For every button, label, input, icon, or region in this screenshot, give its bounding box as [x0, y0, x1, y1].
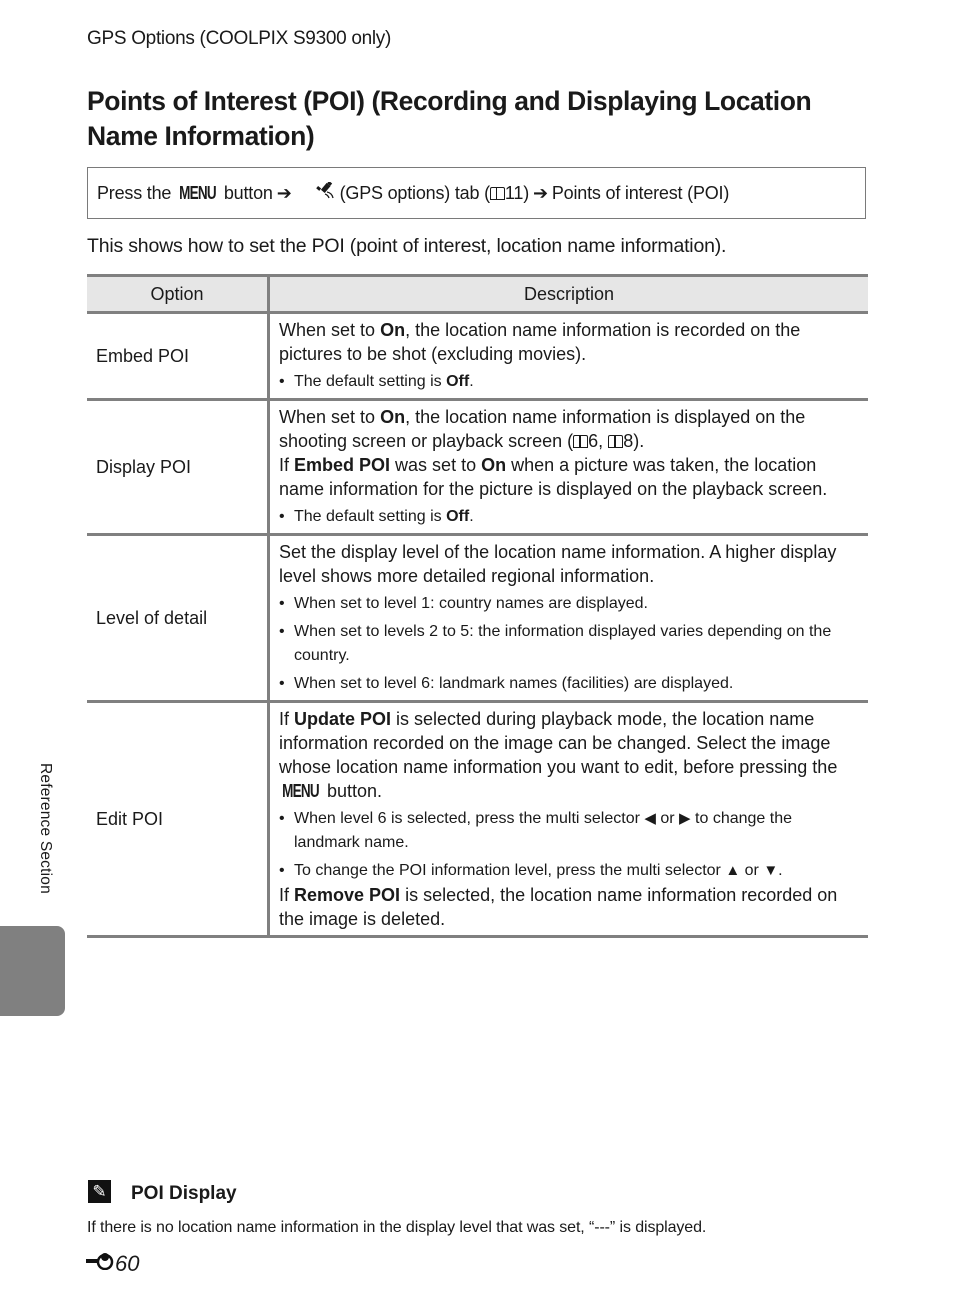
bullet-list: When level 6 is selected, press the mult… [279, 807, 860, 883]
right-arrow-icon: ▶ [679, 810, 691, 827]
description-cell: If Update POI is selected during playbac… [268, 701, 868, 938]
book-reference-icon [608, 435, 624, 448]
bullet-list: The default setting is Off. [279, 370, 860, 394]
table-row: Level of detail Set the display level of… [87, 534, 868, 703]
bullet-item: The default setting is Off. [279, 370, 860, 394]
left-arrow-icon: ◀ [644, 810, 656, 827]
column-header-description: Description [268, 274, 868, 314]
option-cell: Embed POI [87, 312, 270, 401]
arrow-right-icon: ➔ [532, 182, 548, 203]
page-number-text: 60 [115, 1251, 140, 1276]
up-arrow-icon: ▲ [725, 862, 741, 879]
menu-button-icon: MENU [179, 182, 217, 203]
description-text: When set to On, the location name inform… [279, 407, 806, 451]
table-row: Edit POI If Update POI is selected durin… [87, 701, 868, 938]
description-text: If Update POI is selected during playbac… [279, 709, 838, 801]
bullet-list: When set to level 1: country names are d… [279, 592, 860, 696]
option-cell: Edit POI [87, 701, 270, 938]
pencil-note-icon: ✎ [88, 1180, 111, 1203]
table-row: Embed POI When set to On, the location n… [87, 312, 868, 401]
page-title: Points of Interest (POI) (Recording and … [87, 86, 812, 151]
menu-button-icon: MENU [282, 781, 320, 801]
bullet-item: The default setting is Off. [279, 505, 860, 529]
bullet-item: When level 6 is selected, press the mult… [279, 807, 860, 855]
bullet-item: When set to level 1: country names are d… [279, 592, 860, 616]
table-header-row: Option Description [87, 274, 868, 314]
option-cell: Level of detail [87, 534, 270, 703]
arrow-right-icon: ➔ [276, 182, 292, 203]
note-title: POI Display [131, 1183, 237, 1204]
bullet-item: When set to levels 2 to 5: the informati… [279, 620, 860, 668]
bullet-item: To change the POI information level, pre… [279, 859, 860, 883]
description-cell: When set to On, the location name inform… [268, 399, 868, 536]
navigation-path-box: Press the MENU button ➔ (GPS options) ta… [87, 167, 866, 219]
nav-destination: Points of interest (POI) [551, 182, 730, 203]
description-text: If Remove POI is selected, the location … [279, 885, 838, 929]
description-text: Set the display level of the location na… [279, 542, 837, 586]
nav-close-paren: ) [523, 182, 529, 203]
section-thumb-tab [0, 926, 65, 1016]
intro-text: This shows how to set the POI (point of … [87, 235, 727, 257]
section-side-label: Reference Section [37, 763, 54, 894]
description-cell: When set to On, the location name inform… [268, 312, 868, 401]
book-reference-icon [573, 435, 589, 448]
bullet-list: The default setting is Off. [279, 505, 860, 529]
nav-page-ref: 11 [504, 182, 524, 203]
bullet-item: When set to level 6: landmark names (fac… [279, 672, 860, 696]
column-header-option: Option [87, 274, 270, 314]
nav-tab-text: (GPS options) tab ( [334, 182, 490, 203]
running-head: GPS Options (COOLPIX S9300 only) [87, 28, 392, 49]
nav-button-text: button [219, 182, 273, 203]
page-number: 60 [86, 1251, 139, 1277]
description-text: When set to On, the location name inform… [279, 320, 801, 364]
nav-prefix: Press the [97, 182, 177, 203]
reference-section-icon [86, 1252, 114, 1276]
down-arrow-icon: ▼ [763, 862, 779, 879]
note-text: If there is no location name information… [87, 1219, 707, 1236]
table-row: Display POI When set to On, the location… [87, 399, 868, 536]
options-table: Option Description Embed POI When set to… [87, 274, 868, 938]
description-text: If Embed POI was set to On when a pictur… [279, 455, 828, 499]
book-reference-icon [489, 186, 505, 200]
satellite-icon [296, 161, 335, 226]
option-cell: Display POI [87, 399, 270, 536]
description-cell: Set the display level of the location na… [268, 534, 868, 703]
